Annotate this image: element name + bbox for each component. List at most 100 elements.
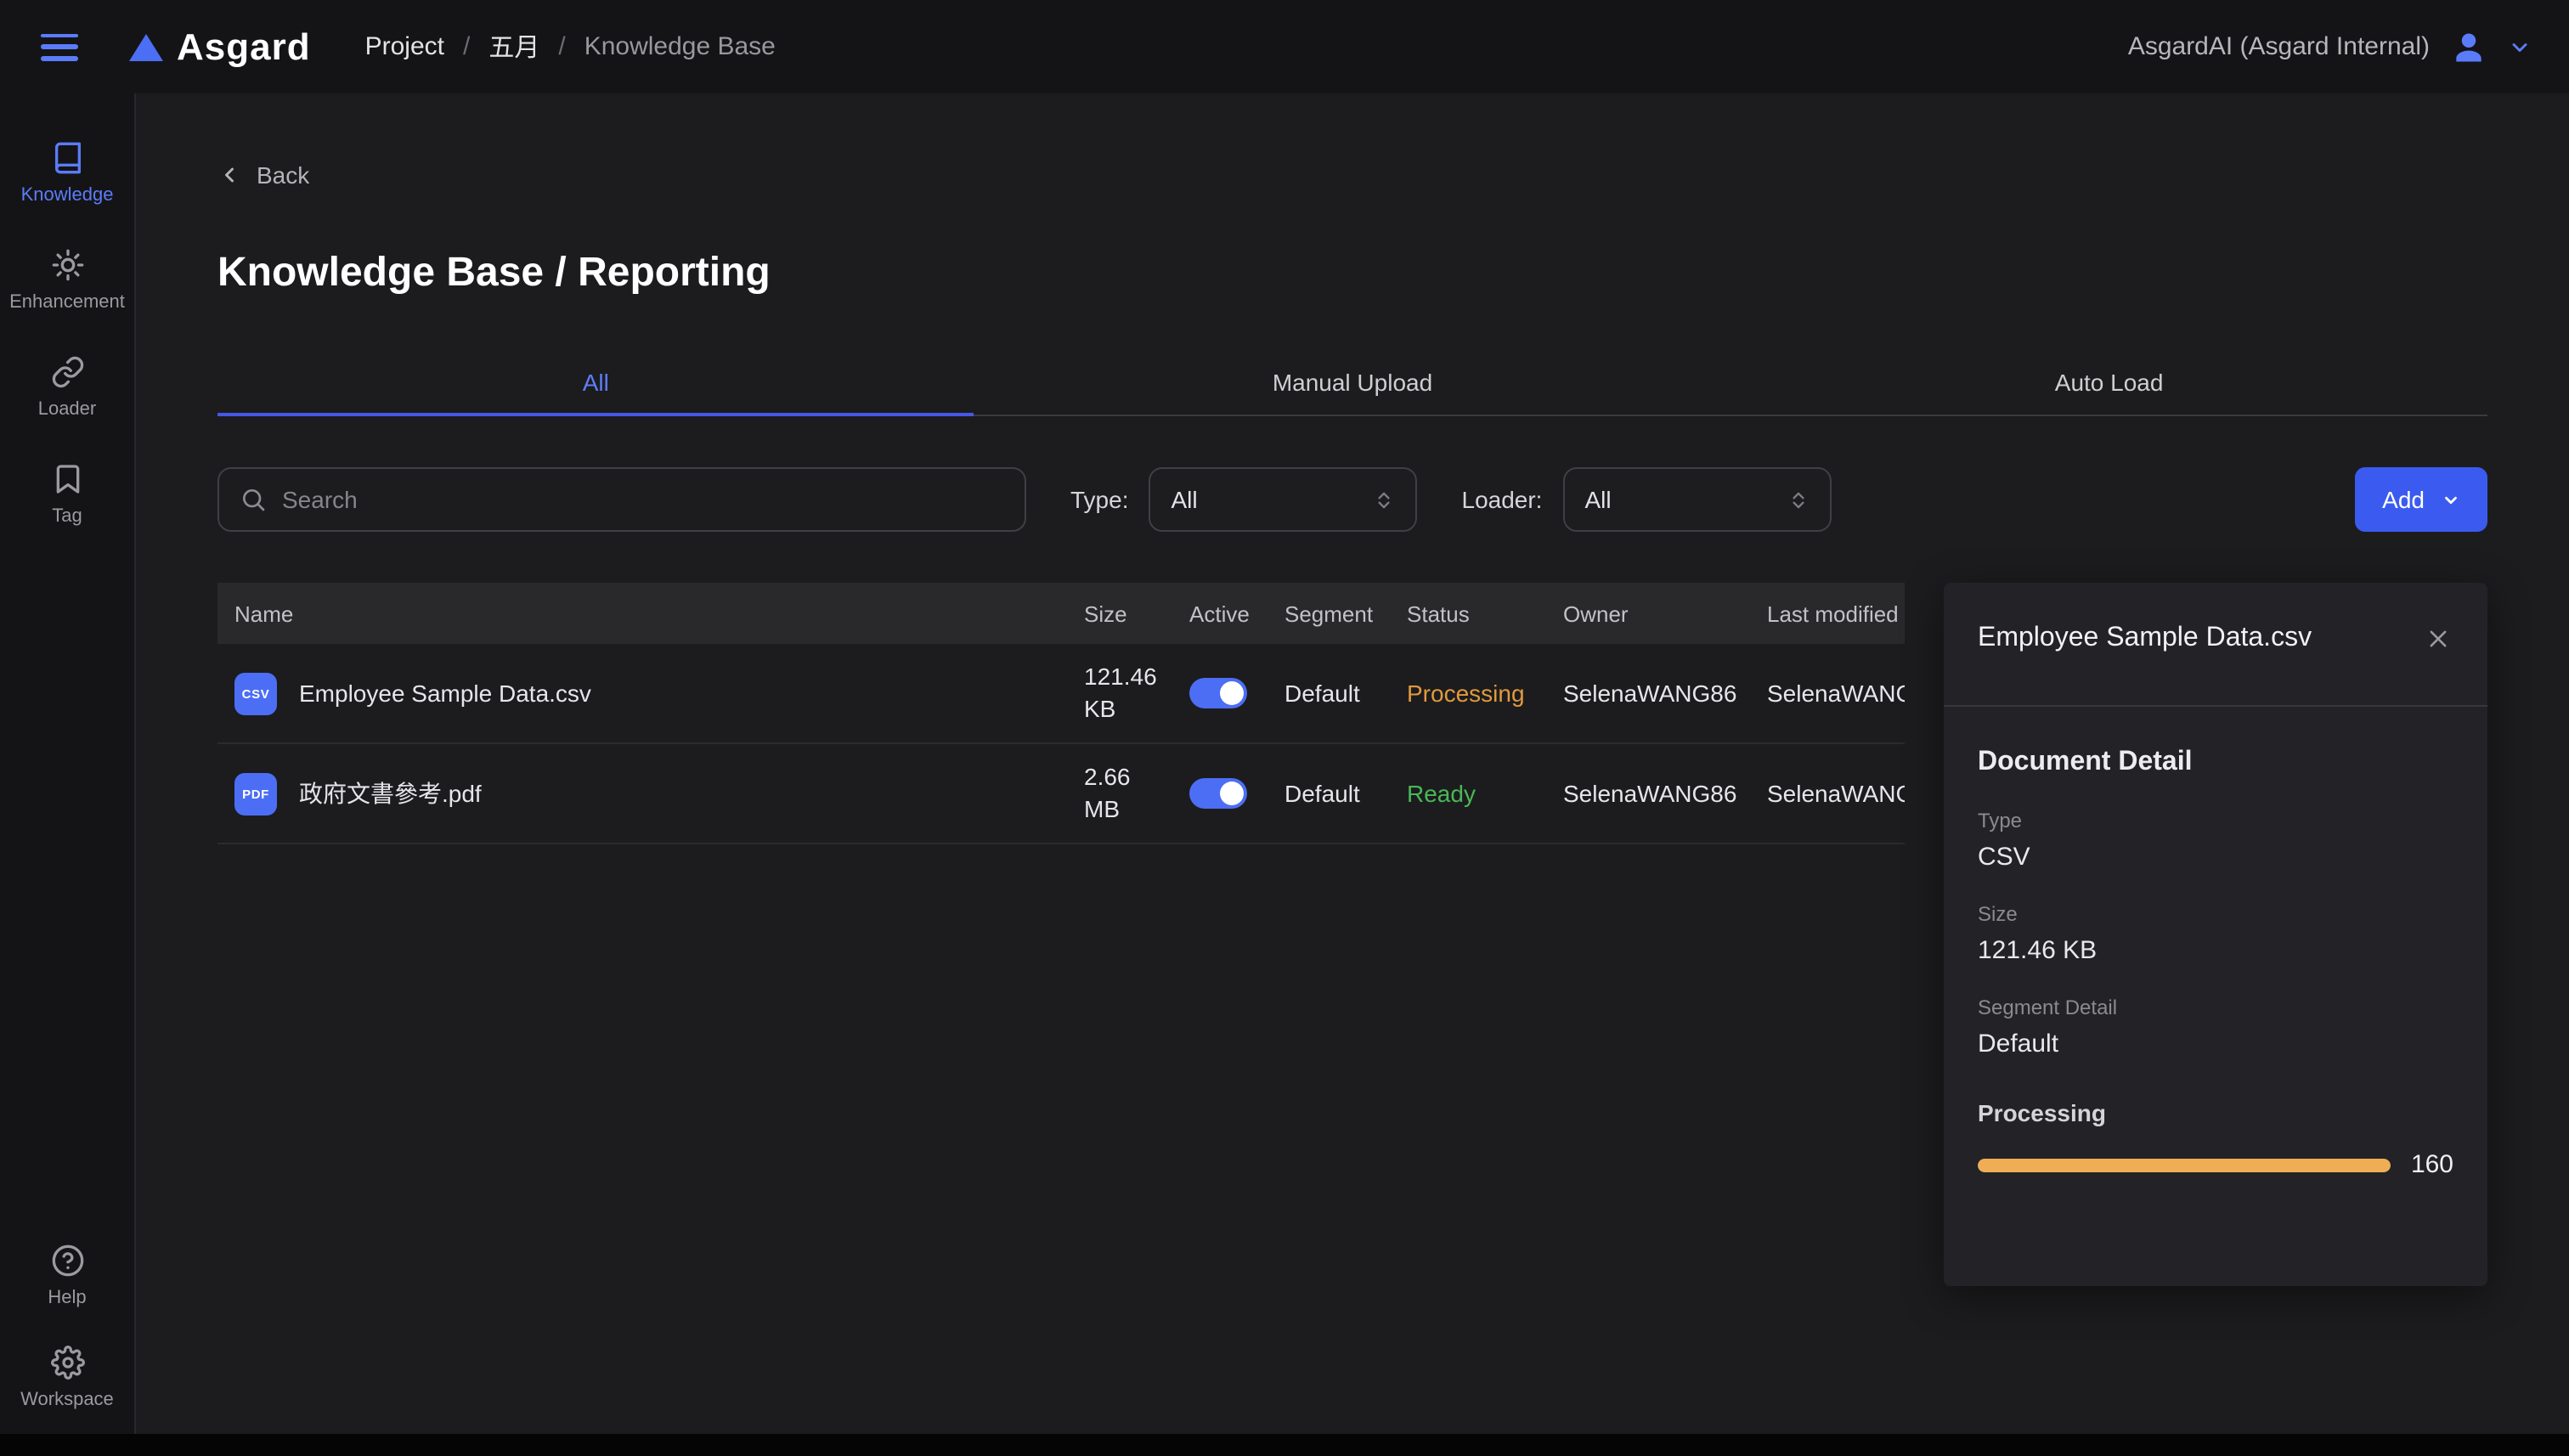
field-label-type: Type [1978, 809, 2453, 832]
column-header-owner: Owner [1546, 601, 1750, 626]
select-updown-icon [1787, 488, 1809, 511]
breadcrumb-current: Knowledge Base [584, 32, 776, 61]
processing-label: Processing [1978, 1099, 2453, 1126]
sidebar-item-loader[interactable]: Loader [0, 355, 134, 420]
chevron-down-icon [2442, 490, 2460, 509]
account-name: AsgardAI (Asgard Internal) [2128, 32, 2430, 61]
progress-value: 160 [2411, 1150, 2453, 1179]
back-label: Back [257, 161, 309, 189]
type-filter-label: Type: [1070, 486, 1129, 513]
close-icon[interactable] [2423, 624, 2453, 654]
gear-icon [50, 1346, 84, 1380]
column-header-size: Size [1067, 601, 1172, 626]
tab-auto-load[interactable]: Auto Load [1731, 348, 2487, 415]
tab-label: All [583, 368, 609, 395]
add-button[interactable]: Add [2355, 467, 2487, 532]
field-value-size: 121.46 KB [1978, 936, 2453, 965]
segment-cell: Default [1268, 780, 1390, 807]
tab-manual-upload[interactable]: Manual Upload [974, 348, 1731, 415]
active-tab-indicator [217, 413, 974, 416]
sidebar: Knowledge Enhancement Loader Tag [0, 93, 136, 1434]
search-box [217, 467, 1026, 532]
search-icon [240, 486, 267, 513]
breadcrumb-month[interactable]: 五月 [488, 29, 539, 65]
add-button-label: Add [2382, 486, 2425, 513]
column-header-active: Active [1172, 601, 1268, 626]
toggle-knob [1220, 681, 1244, 705]
hamburger-menu-button[interactable] [41, 33, 78, 60]
sidebar-item-enhancement[interactable]: Enhancement [0, 248, 134, 313]
active-toggle[interactable] [1189, 778, 1247, 809]
user-avatar-icon[interactable] [2450, 28, 2487, 65]
sidebar-item-label: Tag [52, 506, 82, 527]
back-button[interactable]: Back [217, 161, 309, 189]
table-area: Name Size Active Segment Status Owner La… [217, 583, 2487, 844]
status-cell: Processing [1390, 680, 1546, 707]
column-header-segment: Segment [1268, 601, 1390, 626]
pdf-file-icon: PDF [234, 772, 277, 815]
filter-row: Type: All Loader: All Add [217, 467, 2487, 532]
progress-row: 160 [1978, 1150, 2453, 1179]
last-modified-cell: SelenaWANG86 [1750, 780, 1905, 807]
tabs: All Manual Upload Auto Load [217, 348, 2487, 416]
table-row[interactable]: PDF 政府文書參考.pdf 2.66 MB Default Ready Sel… [217, 744, 1905, 844]
type-select[interactable]: All [1149, 467, 1418, 532]
field-label-size: Size [1978, 902, 2453, 926]
page-title: Knowledge Base / Reporting [217, 246, 2487, 301]
column-header-last-modified: Last modified by [1750, 601, 1905, 626]
file-name-cell: CSV Employee Sample Data.csv [217, 672, 1067, 714]
detail-drawer: Employee Sample Data.csv Document Detail… [1944, 583, 2487, 1286]
toggle-knob [1220, 782, 1244, 805]
sidebar-item-label: Help [48, 1288, 86, 1308]
owner-cell: SelenaWANG86 [1546, 680, 1750, 707]
tab-label: Auto Load [2055, 368, 2164, 395]
sidebar-item-workspace[interactable]: Workspace [0, 1346, 134, 1410]
sidebar-item-label: Workspace [20, 1390, 114, 1410]
sidebar-item-label: Enhancement [9, 292, 125, 313]
column-header-name: Name [217, 601, 1067, 626]
drawer-body: Document Detail Type CSV Size 121.46 KB … [1944, 707, 2487, 1213]
active-cell [1172, 678, 1268, 708]
tab-all[interactable]: All [217, 348, 974, 415]
sidebar-item-tag[interactable]: Tag [0, 462, 134, 527]
table-row[interactable]: CSV Employee Sample Data.csv 121.46 KB D… [217, 644, 1905, 744]
top-bar: Asgard Project / 五月 / Knowledge Base Asg… [0, 0, 2569, 93]
file-size-cell: 121.46 KB [1067, 661, 1172, 725]
file-name: Employee Sample Data.csv [299, 680, 591, 707]
loader-select[interactable]: All [1562, 467, 1831, 532]
sidebar-item-knowledge[interactable]: Knowledge [0, 141, 134, 206]
app-logo: Asgard [129, 25, 311, 69]
progress-bar [1978, 1158, 2391, 1171]
topbar-account-area: AsgardAI (Asgard Internal) [2128, 28, 2532, 65]
breadcrumb: Project / 五月 / Knowledge Base [365, 29, 776, 65]
active-toggle[interactable] [1189, 678, 1247, 708]
link-icon [50, 355, 84, 389]
field-value-type: CSV [1978, 843, 2453, 872]
last-modified-cell: SelenaWANG86 [1750, 680, 1905, 707]
main-content: Back Knowledge Base / Reporting All Manu… [136, 93, 2569, 1434]
csv-file-icon: CSV [234, 672, 277, 714]
loader-filter-label: Loader: [1462, 486, 1543, 513]
breadcrumb-project[interactable]: Project [365, 32, 444, 61]
drawer-title: Employee Sample Data.csv [1978, 624, 2312, 654]
file-size-cell: 2.66 MB [1067, 761, 1172, 826]
search-input[interactable] [282, 486, 1004, 513]
sidebar-item-help[interactable]: Help [0, 1244, 134, 1308]
bookmark-icon [50, 462, 84, 496]
chevron-left-icon [217, 163, 241, 187]
owner-cell: SelenaWANG86 [1546, 780, 1750, 807]
status-cell: Ready [1390, 780, 1546, 807]
breadcrumb-separator: / [558, 32, 565, 61]
app-shell: Knowledge Enhancement Loader Tag [0, 93, 2569, 1434]
logo-triangle-icon [129, 33, 163, 60]
progress-fill [1978, 1158, 2391, 1171]
segment-cell: Default [1268, 680, 1390, 707]
loader-select-value: All [1584, 486, 1611, 513]
sidebar-item-label: Knowledge [21, 185, 114, 206]
account-chevron-down-icon[interactable] [2508, 35, 2532, 59]
sun-icon [50, 248, 84, 282]
drawer-section-title: Document Detail [1978, 748, 2453, 778]
sidebar-item-label: Loader [38, 399, 97, 420]
type-select-value: All [1172, 486, 1198, 513]
field-value-segment-detail: Default [1978, 1030, 2453, 1058]
